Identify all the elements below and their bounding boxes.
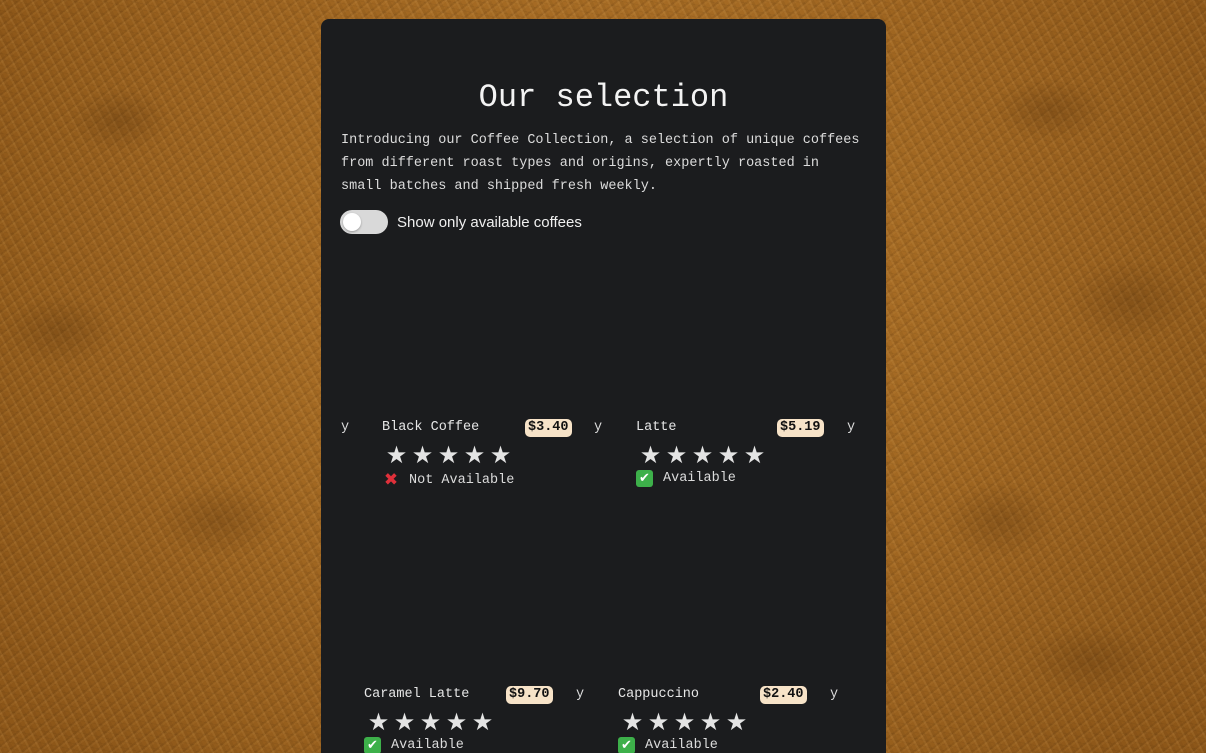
check-mark-icon: ✔ [636, 470, 653, 487]
product-card[interactable]: Latte $5.19 ★ ★ ★ ★ ★ ✔ Available [636, 419, 886, 520]
star-icon: ★ [639, 441, 662, 469]
availability-text: Available [391, 738, 464, 753]
star-icon: ★ [411, 441, 434, 469]
price-badge: $2.40 [760, 686, 807, 704]
selection-card: Our selection Introducing our Coffee Col… [321, 19, 886, 753]
star-icon: ★ [691, 441, 714, 469]
star-icon: ★ [471, 708, 494, 736]
check-mark-icon: ✔ [618, 737, 635, 753]
product-name: Black Coffee [382, 420, 480, 435]
cross-mark-icon: ✖ [383, 470, 399, 490]
product-name: Cappuccino [618, 687, 700, 702]
price-badge: $5.19 [777, 419, 824, 437]
availability-toggle-label: Show only available coffees [397, 213, 582, 231]
availability-status: ✖ Not Available [382, 470, 514, 490]
star-icon: ★ [437, 441, 460, 469]
star-icon: ★ [725, 708, 748, 736]
availability-status: ✔ Available [364, 737, 464, 753]
availability-text: Available [663, 471, 736, 486]
availability-text: Available [645, 738, 718, 753]
availability-status: ✔ Available [636, 470, 736, 487]
star-icon: ★ [393, 708, 416, 736]
price-badge: $9.70 [506, 686, 553, 704]
intro-text: Introducing our Coffee Collection, a sel… [341, 133, 860, 194]
star-icon: ★ [463, 441, 486, 469]
availability-toggle[interactable] [340, 210, 388, 234]
page-title: Our selection [478, 79, 729, 116]
star-icon: ★ [419, 708, 442, 736]
product-name: Latte [636, 420, 677, 435]
rating-stars: ★ ★ ★ ★ ★ [620, 709, 749, 735]
product-name: Caramel Latte [364, 687, 470, 702]
availability-status: ✔ Available [618, 737, 718, 753]
star-icon: ★ [385, 441, 408, 469]
star-icon: ★ [445, 708, 468, 736]
star-icon: ★ [621, 708, 644, 736]
star-icon: ★ [673, 708, 696, 736]
rating-stars: ★ ★ ★ ★ ★ [638, 442, 767, 468]
product-card[interactable]: Black Coffee $3.40 ★ ★ ★ ★ ★ ✖ Not Avail… [382, 419, 632, 520]
product-card[interactable]: Caramel Latte $9.70 ★ ★ ★ ★ ★ ✔ Availabl… [364, 686, 614, 753]
product-card[interactable]: Cappuccino $2.40 ★ ★ ★ ★ ★ ✔ Available [618, 686, 868, 753]
availability-filter: Show only available coffees [340, 210, 582, 234]
star-icon: ★ [665, 441, 688, 469]
availability-text: Not Available [409, 472, 515, 488]
price-badge: $3.40 [525, 419, 572, 437]
star-icon: ★ [717, 441, 740, 469]
star-icon: ★ [367, 708, 390, 736]
toggle-knob [343, 213, 361, 231]
star-icon: ★ [647, 708, 670, 736]
star-icon: ★ [489, 441, 512, 469]
rating-stars: ★ ★ ★ ★ ★ [384, 442, 513, 468]
star-icon: ★ [743, 441, 766, 469]
check-mark-icon: ✔ [364, 737, 381, 753]
stray-char: y [341, 420, 350, 435]
rating-stars: ★ ★ ★ ★ ★ [366, 709, 495, 735]
star-icon: ★ [699, 708, 722, 736]
